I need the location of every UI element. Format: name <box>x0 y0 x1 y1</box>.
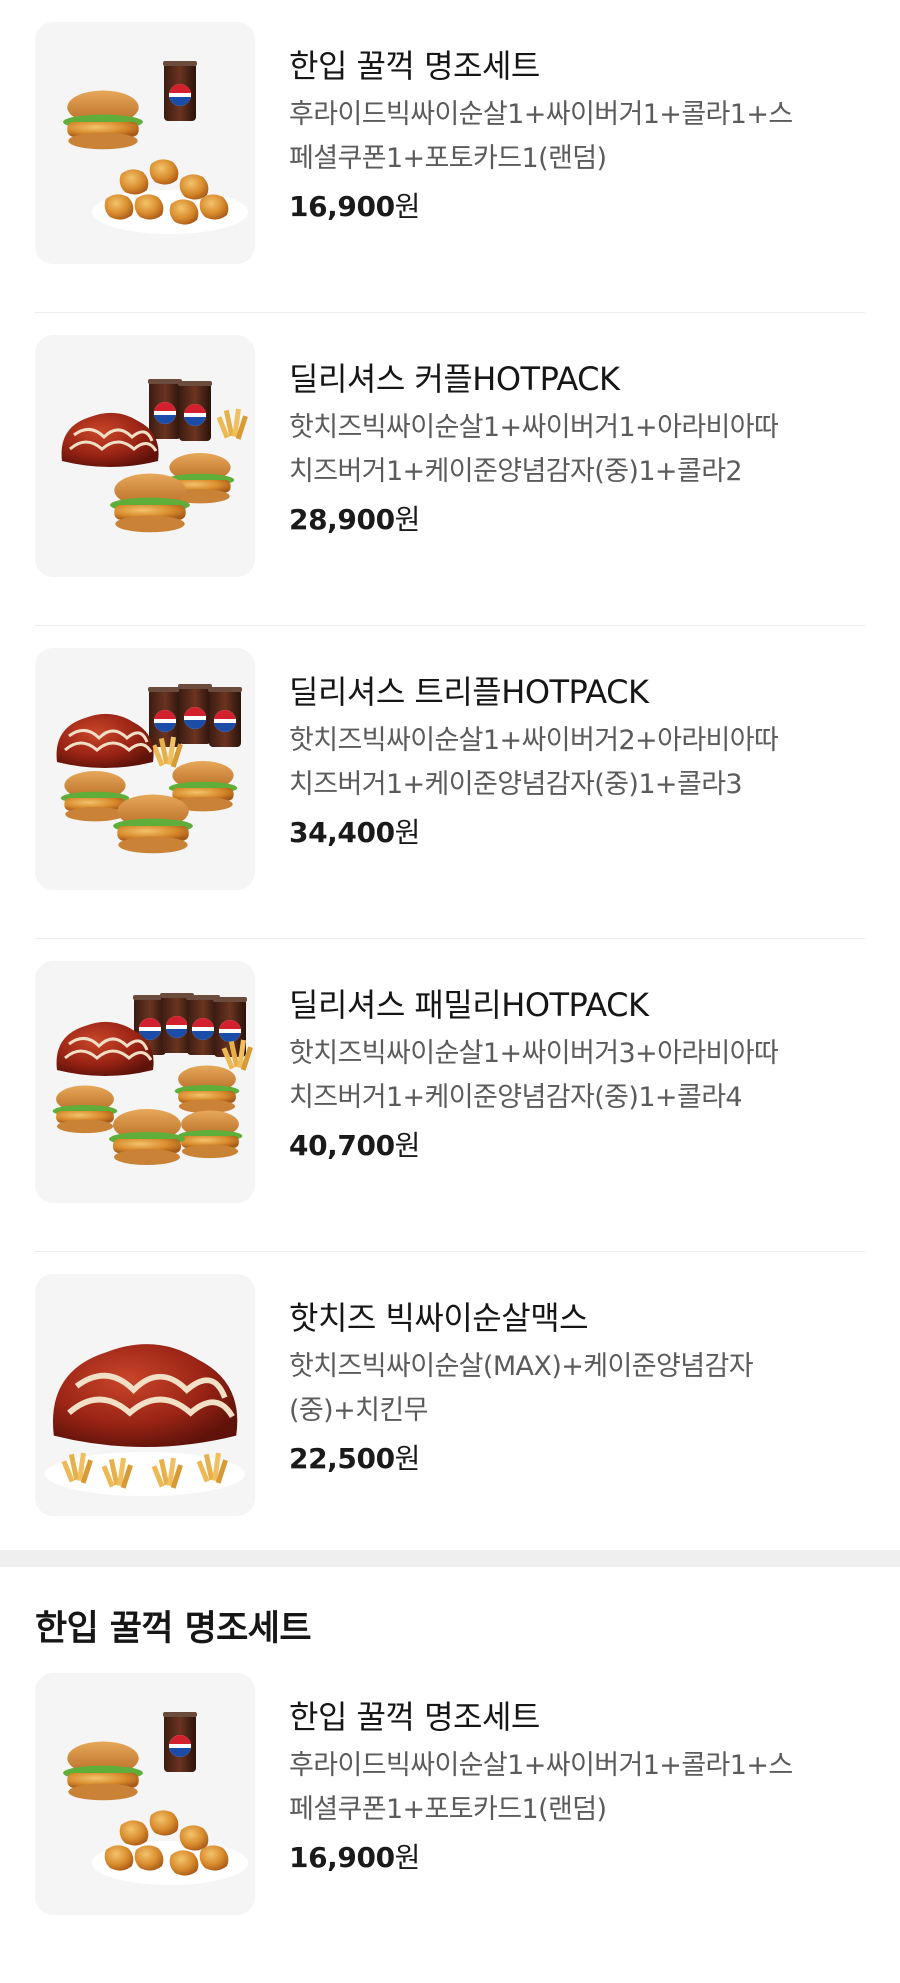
menu-item-name: 한입 꿀꺽 명조세트 <box>289 1698 540 1736</box>
menu-item-price: 22,500원 <box>289 1439 849 1479</box>
menu-item-description: 후라이드빅싸이순살1+싸이버거1+콜라1+스 페셜쿠폰1+포토카드1(랜덤) <box>289 93 849 181</box>
menu-item[interactable]: 딜리셔스 커플HOTPACK 핫치즈빅싸이순살1+싸이버거1+아라비아따 치즈버… <box>0 313 900 626</box>
menu-item-name: 딜리셔스 커플HOTPACK <box>289 360 620 398</box>
couple-hotpack-image <box>35 335 255 577</box>
menu-item-description: 핫치즈빅싸이순살1+싸이버거2+아라비아따 치즈버거1+케이준양념감자(중)1+… <box>289 719 849 807</box>
currency-label: 원 <box>394 1442 421 1475</box>
menu-item[interactable]: 딜리셔스 트리플HOTPACK 핫치즈빅싸이순살1+싸이버거2+아라비아따 치즈… <box>0 626 900 939</box>
menu-item-info: 딜리셔스 커플HOTPACK 핫치즈빅싸이순살1+싸이버거1+아라비아따 치즈버… <box>289 335 849 540</box>
menu-item[interactable]: 딜리셔스 패밀리HOTPACK 핫치즈빅싸이순살1+싸이버거3+아라비아따 치즈… <box>0 939 900 1252</box>
menu-item-description: 후라이드빅싸이순살1+싸이버거1+콜라1+스 페셜쿠폰1+포토카드1(랜덤) <box>289 1744 849 1832</box>
menu-item-price: 16,900원 <box>289 187 849 227</box>
section-items: 한입 꿀꺽 명조세트 후라이드빅싸이순살1+싸이버거1+콜라1+스 페셜쿠폰1+… <box>0 1673 900 1933</box>
menu-item-info: 한입 꿀꺽 명조세트 후라이드빅싸이순살1+싸이버거1+콜라1+스 페셜쿠폰1+… <box>289 22 849 227</box>
currency-label: 원 <box>394 1841 421 1874</box>
menu-item-description-line: 후라이드빅싸이순살1+싸이버거1+콜라1+스 <box>289 1750 793 1781</box>
currency-label: 원 <box>394 503 421 536</box>
menu-list: 한입 꿀꺽 명조세트 후라이드빅싸이순살1+싸이버거1+콜라1+스 페셜쿠폰1+… <box>0 0 900 1550</box>
price-value: 34,400 <box>289 816 395 849</box>
menu-item-description-line: 핫치즈빅싸이순살1+싸이버거3+아라비아따 <box>289 1038 779 1069</box>
fried-chicken-burger-set-image <box>35 22 255 264</box>
menu-item-description-line: 치즈버거1+케이준양념감자(중)1+콜라2 <box>289 456 743 487</box>
menu-item-info: 한입 꿀꺽 명조세트 후라이드빅싸이순살1+싸이버거1+콜라1+스 페셜쿠폰1+… <box>289 1673 849 1878</box>
currency-label: 원 <box>394 816 421 849</box>
menu-item-price: 40,700원 <box>289 1126 849 1166</box>
menu-item-name: 한입 꿀꺽 명조세트 <box>289 47 540 85</box>
menu-item[interactable]: 핫치즈 빅싸이순살맥스 핫치즈빅싸이순살(MAX)+케이준양념감자 (중)+치킨… <box>0 1252 900 1550</box>
menu-item-description-line: 치즈버거1+케이준양념감자(중)1+콜라3 <box>289 769 743 800</box>
menu-item-description-line: 핫치즈빅싸이순살(MAX)+케이준양념감자 <box>289 1351 754 1382</box>
menu-item-info: 딜리셔스 패밀리HOTPACK 핫치즈빅싸이순살1+싸이버거3+아라비아따 치즈… <box>289 961 849 1166</box>
triple-hotpack-image <box>35 648 255 890</box>
price-value: 40,700 <box>289 1129 395 1162</box>
menu-item-description-line: 핫치즈빅싸이순살1+싸이버거2+아라비아따 <box>289 725 779 756</box>
price-value: 16,900 <box>289 190 395 223</box>
menu-item-description-line: 치즈버거1+케이준양념감자(중)1+콜라4 <box>289 1082 743 1113</box>
family-hotpack-image <box>35 961 255 1203</box>
section-separator <box>0 1550 900 1567</box>
menu-item-description-line: 후라이드빅싸이순살1+싸이버거1+콜라1+스 <box>289 99 793 130</box>
fried-chicken-burger-set-image <box>35 1673 255 1915</box>
menu-item[interactable]: 한입 꿀꺽 명조세트 후라이드빅싸이순살1+싸이버거1+콜라1+스 페셜쿠폰1+… <box>0 1673 900 1933</box>
menu-item-name: 딜리셔스 패밀리HOTPACK <box>289 986 649 1024</box>
menu-item-price: 16,900원 <box>289 1838 849 1878</box>
menu-item-description-line: 핫치즈빅싸이순살1+싸이버거1+아라비아따 <box>289 412 779 443</box>
menu-item-description-line: 페셜쿠폰1+포토카드1(랜덤) <box>289 1794 607 1825</box>
currency-label: 원 <box>394 1129 421 1162</box>
menu-item-description-line: (중)+치킨무 <box>289 1395 428 1426</box>
section-title: 한입 꿀꺽 명조세트 <box>35 1609 312 1649</box>
menu-item-description: 핫치즈빅싸이순살(MAX)+케이준양념감자 (중)+치킨무 <box>289 1345 849 1433</box>
price-value: 16,900 <box>289 1841 395 1874</box>
menu-item-description: 핫치즈빅싸이순살1+싸이버거3+아라비아따 치즈버거1+케이준양념감자(중)1+… <box>289 1032 849 1120</box>
price-value: 28,900 <box>289 503 395 536</box>
menu-section: 한입 꿀꺽 명조세트 한입 꿀꺽 명조세트 후라이드빅싸이순살1+싸이버거1+콜… <box>0 1567 900 1933</box>
menu-item[interactable]: 한입 꿀꺽 명조세트 후라이드빅싸이순살1+싸이버거1+콜라1+스 페셜쿠폰1+… <box>0 0 900 313</box>
currency-label: 원 <box>394 190 421 223</box>
menu-item-price: 34,400원 <box>289 813 849 853</box>
menu-item-description-line: 페셜쿠폰1+포토카드1(랜덤) <box>289 143 607 174</box>
menu-item-info: 딜리셔스 트리플HOTPACK 핫치즈빅싸이순살1+싸이버거2+아라비아따 치즈… <box>289 648 849 853</box>
menu-item-name: 딜리셔스 트리플HOTPACK <box>289 673 649 711</box>
menu-item-description: 핫치즈빅싸이순살1+싸이버거1+아라비아따 치즈버거1+케이준양념감자(중)1+… <box>289 406 849 494</box>
price-value: 22,500 <box>289 1442 395 1475</box>
menu-item-name: 핫치즈 빅싸이순살맥스 <box>289 1299 589 1337</box>
spicy-chicken-fries-image <box>35 1274 255 1516</box>
menu-item-info: 핫치즈 빅싸이순살맥스 핫치즈빅싸이순살(MAX)+케이준양념감자 (중)+치킨… <box>289 1274 849 1479</box>
menu-item-price: 28,900원 <box>289 500 849 540</box>
